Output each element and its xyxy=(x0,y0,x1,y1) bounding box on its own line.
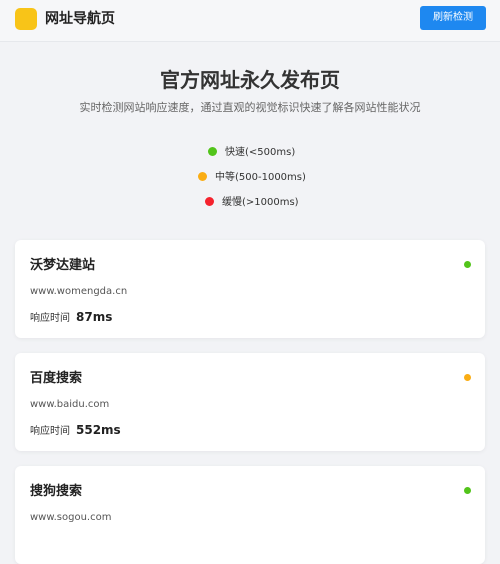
site-name[interactable]: 百度搜索 xyxy=(30,369,82,389)
legend-label: 缓慢(>1000ms) xyxy=(222,197,299,208)
site-url[interactable]: www.womengda.cn xyxy=(30,285,127,299)
site-url[interactable]: www.baidu.com xyxy=(30,398,109,412)
status-dot-icon xyxy=(198,171,207,181)
site-name: 网址导航页 xyxy=(45,11,115,27)
top-header: 网址导航页 刷新检测 xyxy=(0,0,500,42)
logo-icon xyxy=(15,8,37,30)
status-dot-icon xyxy=(208,146,217,156)
response-time: 响应时间 87ms xyxy=(30,308,112,328)
page-title: 官方网址永久发布页 xyxy=(160,68,340,92)
status-dot-icon xyxy=(464,487,471,494)
legend-label: 中等(500-1000ms) xyxy=(215,172,306,183)
legend-item-slow: 缓慢(>1000ms) xyxy=(205,194,299,212)
status-dot-icon xyxy=(464,374,471,381)
site-card[interactable]: 沃梦达建站 www.womengda.cn 响应时间 87ms xyxy=(15,240,485,338)
site-card[interactable]: 搜狗搜索 www.sogou.com xyxy=(15,466,485,564)
response-time: 响应时间 552ms xyxy=(30,421,121,441)
site-url[interactable]: www.sogou.com xyxy=(30,511,111,525)
legend-label: 快速(<500ms) xyxy=(225,147,296,158)
page-subtitle: 实时检测网站响应速度，通过直观的视觉标识快速了解各网站性能状况 xyxy=(79,101,421,114)
legend-item-fast: 快速(<500ms) xyxy=(208,144,295,162)
site-name[interactable]: 沃梦达建站 xyxy=(30,256,95,276)
response-time-value: 87ms xyxy=(76,310,113,324)
status-dot-icon xyxy=(205,196,214,206)
site-card[interactable]: 百度搜索 www.baidu.com 响应时间 552ms xyxy=(15,353,485,451)
response-time-value: 552ms xyxy=(76,423,121,437)
refresh-button[interactable]: 刷新检测 xyxy=(420,6,486,30)
site-name[interactable]: 搜狗搜索 xyxy=(30,482,82,502)
response-time-label: 响应时间 xyxy=(30,426,70,437)
legend-item-medium: 中等(500-1000ms) xyxy=(198,169,306,187)
status-dot-icon xyxy=(464,261,471,268)
response-time-label: 响应时间 xyxy=(30,313,70,324)
